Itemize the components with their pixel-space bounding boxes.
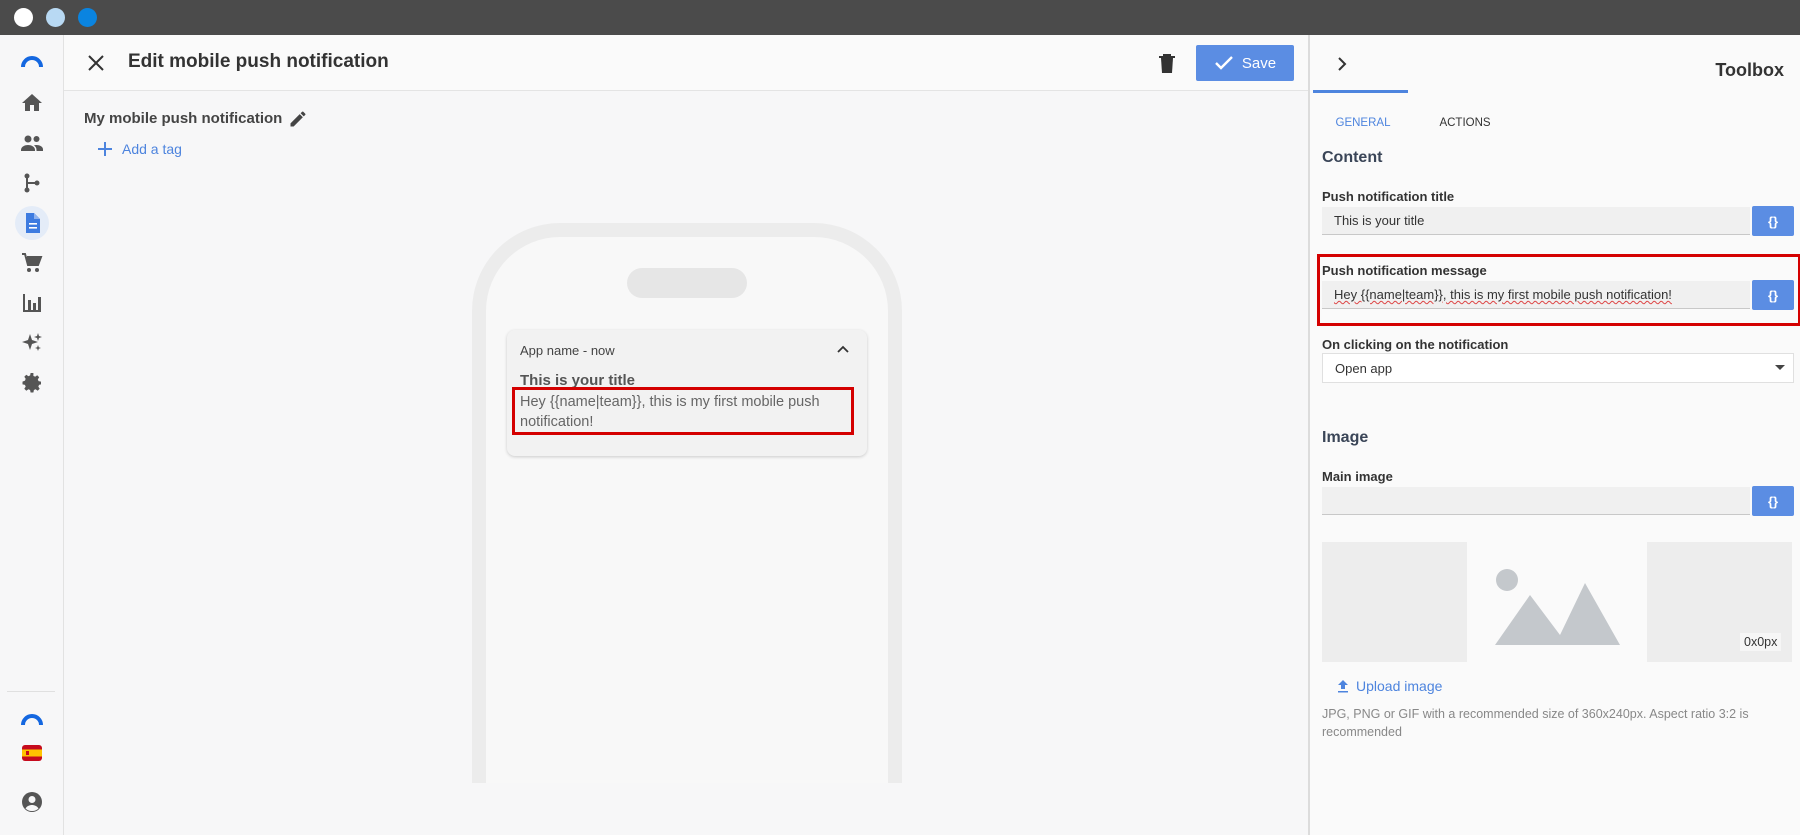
add-tag-button[interactable]: Add a tag: [98, 141, 182, 157]
image-dimensions: 0x0px: [1740, 633, 1782, 651]
sidebar-item-ai[interactable]: [15, 326, 49, 360]
click-action-label: On clicking on the notification: [1322, 337, 1509, 352]
check-icon: [1215, 56, 1233, 70]
sidebar-divider: [7, 691, 55, 692]
chevron-right-icon[interactable]: [1332, 54, 1352, 74]
main-image-label: Main image: [1322, 469, 1393, 484]
brand-arc-icon: [21, 56, 43, 68]
bar-chart-icon: [23, 294, 41, 312]
window-titlebar: [0, 0, 1800, 35]
language-spain[interactable]: [15, 736, 49, 770]
sidebar: [0, 35, 64, 835]
save-button-label: Save: [1241, 54, 1277, 72]
title-field-label: Push notification title: [1322, 189, 1455, 204]
active-tab-indicator: [1313, 90, 1408, 93]
close-icon: [88, 55, 104, 71]
sidebar-item-statistics[interactable]: [15, 286, 49, 320]
image-preview-left: [1322, 542, 1467, 662]
upload-image-button[interactable]: Upload image: [1336, 678, 1442, 694]
add-tag-label: Add a tag: [122, 141, 182, 157]
trash-icon: [1159, 54, 1175, 73]
people-icon: [21, 135, 43, 151]
sidebar-item-automations[interactable]: [15, 166, 49, 200]
brand-logo[interactable]: [15, 45, 49, 79]
window-dot-2[interactable]: [46, 8, 65, 27]
delete-button[interactable]: [1153, 49, 1181, 77]
edit-name-button[interactable]: [285, 106, 311, 132]
toolbox-title: Toolbox: [1715, 60, 1784, 80]
toolbox-panel: Toolbox GENERAL ACTIONS Content Push not…: [1308, 35, 1800, 835]
sparkles-icon: [22, 333, 42, 351]
notification-name: My mobile push notification: [84, 110, 283, 127]
main-image-field[interactable]: [1322, 487, 1750, 515]
chevron-up-icon[interactable]: [835, 342, 851, 358]
save-button[interactable]: Save: [1196, 45, 1294, 81]
phone-preview: [472, 223, 902, 783]
tab-general[interactable]: GENERAL: [1318, 105, 1408, 141]
click-action-value: Open app: [1335, 360, 1393, 376]
preview-message-highlight: [512, 387, 854, 435]
sidebar-item-ecommerce[interactable]: [15, 246, 49, 280]
click-action-select[interactable]: Open app: [1322, 353, 1794, 383]
upload-image-label: Upload image: [1356, 678, 1443, 694]
tab-actions[interactable]: ACTIONS: [1420, 105, 1510, 141]
spain-flag-icon: [22, 745, 42, 761]
home-icon: [22, 94, 42, 111]
pencil-icon: [290, 111, 306, 127]
branch-icon: [24, 173, 40, 193]
gear-icon: [22, 373, 41, 393]
message-field-highlight: [1317, 254, 1800, 326]
brand-arc-icon: [21, 714, 43, 726]
cart-icon: [22, 253, 43, 272]
image-heading: Image: [1322, 429, 1369, 446]
window-dot-3[interactable]: [78, 8, 97, 27]
main-image-variable-button[interactable]: {}: [1752, 486, 1794, 516]
account-circle-icon: [22, 792, 42, 812]
preview-app-line: App name - now: [520, 343, 615, 358]
content-heading: Content: [1322, 149, 1383, 166]
window-dot-1[interactable]: [14, 8, 33, 27]
image-placeholder-icon: [1495, 569, 1620, 645]
image-help-text: JPG, PNG or GIF with a recommended size …: [1322, 707, 1749, 739]
upload-icon: [1338, 680, 1348, 693]
close-button[interactable]: [82, 49, 110, 77]
title-field[interactable]: This is your title: [1322, 207, 1750, 235]
sidebar-item-templates[interactable]: [15, 206, 49, 240]
phone-notch: [627, 268, 747, 298]
editor-header: Edit mobile push notification Save: [64, 35, 1308, 91]
chevron-down-icon: [1775, 365, 1785, 370]
document-icon: [26, 213, 40, 233]
sidebar-item-contacts[interactable]: [15, 126, 49, 160]
brand-logo-bottom[interactable]: [15, 703, 49, 737]
sidebar-item-settings[interactable]: [15, 366, 49, 400]
account[interactable]: [15, 785, 49, 819]
page-title: Edit mobile push notification: [128, 51, 389, 72]
title-variable-button[interactable]: {}: [1752, 206, 1794, 236]
plus-icon: [98, 142, 112, 156]
sidebar-item-home[interactable]: [15, 86, 49, 120]
